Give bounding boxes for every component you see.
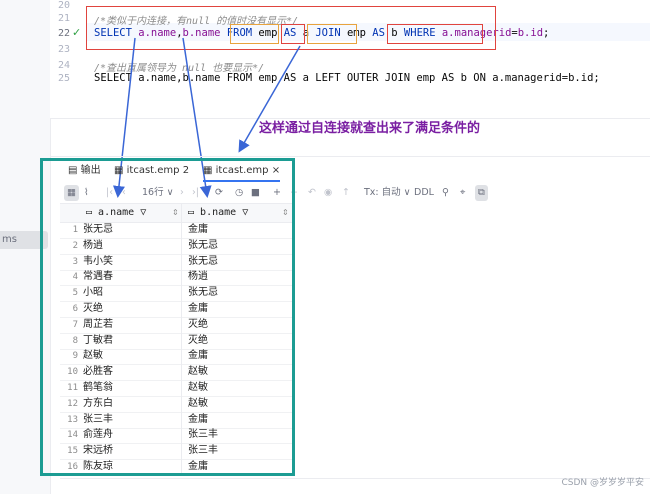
submit-icon[interactable]: ↑	[342, 185, 350, 201]
pin-icon[interactable]: ⚲	[442, 185, 449, 201]
eye-icon[interactable]: ⌖	[460, 185, 465, 201]
preview-icon[interactable]: ◉	[324, 185, 332, 201]
tx-mode-select[interactable]: Tx: 自动 ∨	[364, 185, 411, 201]
view-settings-icon[interactable]: ⧉	[475, 185, 488, 201]
ddl-button[interactable]: DDL	[414, 185, 434, 201]
annotation-text: 这样通过自连接就查出来了满足条件的	[259, 121, 481, 136]
revert-icon[interactable]: ↶	[308, 185, 316, 201]
result-highlight-box	[40, 158, 295, 476]
watermark: CSDN @岁岁岁平安	[561, 478, 644, 488]
